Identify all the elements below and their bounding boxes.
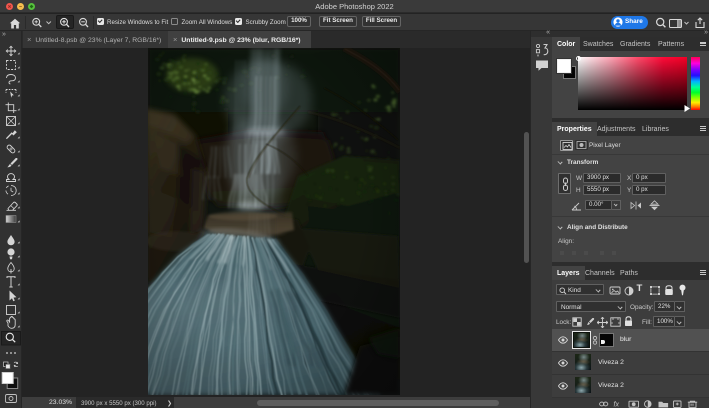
svg-text:fx: fx bbox=[614, 401, 620, 407]
